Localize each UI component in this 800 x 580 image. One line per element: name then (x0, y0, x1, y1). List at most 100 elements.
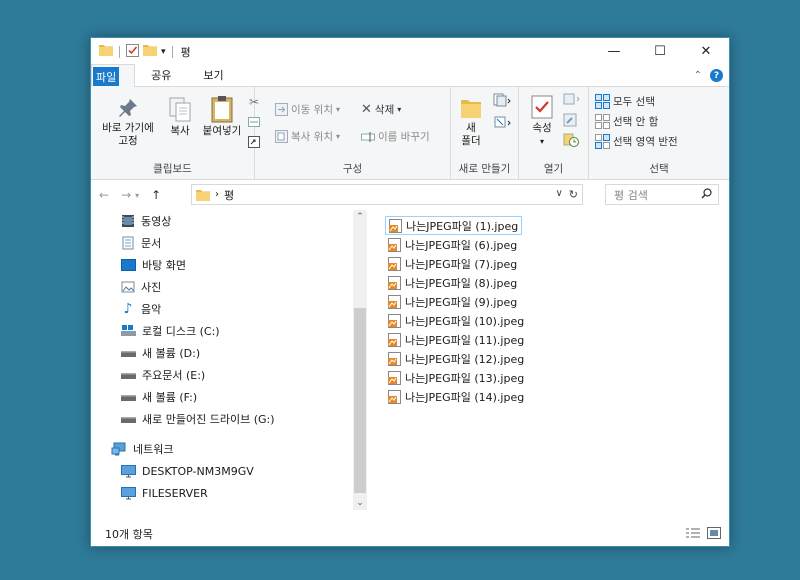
nav-item-documents[interactable]: 문서 (121, 234, 161, 252)
file-name: 나는JPEG파일 (10).jpeg (405, 314, 525, 328)
paste-button[interactable]: 붙여넣기 (199, 95, 245, 138)
file-explorer-window: ▾ 평 — ☐ ✕ 파일 홈 공유 보기 ⌃ ? 바로 가기에 고정 (90, 37, 730, 547)
navigation-buttons: ← → ▾ ↑ (99, 188, 161, 202)
nav-item-videos[interactable]: 동영상 (121, 212, 171, 230)
rename-button[interactable]: 이름 바꾸기 (361, 129, 430, 144)
open-group-label: 열기 (543, 163, 564, 175)
scroll-up-arrow-icon[interactable]: ⌃ (353, 212, 367, 222)
back-arrow-icon[interactable]: ← (99, 188, 109, 202)
tab-view[interactable]: 보기 (187, 64, 239, 86)
jpeg-file-icon (388, 237, 401, 252)
new-item-icon[interactable] (493, 93, 511, 110)
file-name: 나는JPEG파일 (6).jpeg (405, 238, 518, 252)
nav-item-main-documents-e[interactable]: 주요문서 (E:) (121, 366, 205, 384)
list-item[interactable]: 나는JPEG파일 (1).jpeg (385, 216, 523, 235)
nav-item-label: 새 볼륨 (F:) (142, 391, 198, 404)
window-controls: — ☐ ✕ (591, 38, 729, 65)
delete-button[interactable]: ✕ 삭제 ▾ (361, 102, 401, 117)
properties-button[interactable]: 속성 ▾ (525, 95, 559, 148)
scroll-down-arrow-icon[interactable]: ⌄ (353, 498, 367, 508)
open-icon[interactable] (563, 93, 581, 108)
jpeg-file-icon (388, 389, 401, 404)
nav-item-computer-fileserver[interactable]: FILESERVER (121, 484, 208, 502)
network-icon (111, 442, 126, 456)
nav-item-label: 음악 (141, 303, 162, 316)
search-box[interactable]: 평 검색 (605, 184, 719, 205)
address-history-chevron-icon[interactable]: ∨ (555, 188, 562, 201)
edit-icon[interactable] (563, 113, 577, 130)
new-folder-button[interactable]: 새 폴더 (457, 97, 485, 148)
customize-toolbar-chevron-icon[interactable]: ▾ (161, 47, 166, 57)
properties-label: 속성 (532, 122, 552, 134)
nav-item-music[interactable]: ♪ 음악 (121, 300, 162, 318)
copy-button[interactable]: 복사 (165, 97, 195, 138)
nav-item-local-disk-c[interactable]: 로컬 디스크 (C:) (121, 322, 220, 340)
invert-selection-button[interactable]: 선택 영역 반전 (595, 134, 678, 149)
nav-item-volume-f[interactable]: 새 볼륨 (F:) (121, 388, 197, 406)
help-icon[interactable]: ? (710, 69, 723, 82)
history-icon[interactable] (563, 133, 579, 150)
pin-icon (119, 99, 137, 117)
refresh-icon[interactable]: ↻ (569, 188, 578, 201)
list-item[interactable]: 나는JPEG파일 (11).jpeg (385, 330, 527, 349)
view-toggle-buttons (685, 527, 721, 542)
tab-share[interactable]: 공유 (135, 64, 187, 86)
list-item[interactable]: 나는JPEG파일 (14).jpeg (385, 387, 527, 406)
move-to-button[interactable]: 이동 위치 ▾ (275, 102, 340, 117)
large-icons-view-icon[interactable] (707, 527, 721, 542)
window-title: 평 (180, 45, 191, 59)
navigation-scrollbar[interactable]: ⌃ ⌄ (353, 210, 367, 510)
address-bar[interactable]: › 평 ∨ ↻ (191, 184, 583, 205)
pin-to-quick-access-button[interactable]: 바로 가기에 고정 (97, 97, 159, 148)
nav-item-desktop[interactable]: 바탕 화면 (121, 256, 186, 274)
nav-item-label: 사진 (141, 281, 162, 294)
drive-icon (121, 417, 136, 423)
nav-item-label: 새로 만들어진 드라이브 (G:) (142, 413, 275, 426)
select-none-button[interactable]: 선택 안 함 (595, 114, 658, 129)
select-all-button[interactable]: 모두 선택 (595, 94, 655, 109)
minimize-button[interactable]: — (591, 38, 637, 65)
new-folder-icon (461, 100, 481, 118)
nav-item-label: 동영상 (141, 215, 172, 228)
copy-to-button[interactable]: 복사 위치 ▾ (275, 129, 340, 144)
nav-item-pictures[interactable]: 사진 (121, 278, 161, 296)
list-item[interactable]: 나는JPEG파일 (13).jpeg (385, 368, 527, 387)
music-icon: ♪ (123, 301, 133, 317)
breadcrumb-current[interactable]: 평 (224, 187, 234, 203)
search-input[interactable]: 평 검색 (614, 187, 648, 203)
nav-item-network[interactable]: 네트워크 (111, 440, 173, 458)
paste-label: 붙여넣기 (202, 125, 242, 137)
up-arrow-icon[interactable]: ↑ (151, 188, 161, 202)
document-icon (122, 236, 134, 250)
list-item[interactable]: 나는JPEG파일 (8).jpeg (385, 273, 520, 292)
nav-item-label: 문서 (141, 237, 162, 250)
details-view-icon[interactable] (685, 527, 701, 542)
list-item[interactable]: 나는JPEG파일 (6).jpeg (385, 235, 520, 254)
new-folder-label-line2: 폴더 (461, 135, 481, 147)
collapse-ribbon-chevron-icon[interactable]: ⌃ (694, 70, 702, 81)
new-folder-quick-icon[interactable] (143, 44, 157, 59)
maximize-button[interactable]: ☐ (637, 38, 683, 65)
list-item[interactable]: 나는JPEG파일 (12).jpeg (385, 349, 527, 368)
nav-item-volume-d[interactable]: 새 볼륨 (D:) (121, 344, 200, 362)
properties-check-icon[interactable] (126, 43, 139, 60)
list-item[interactable]: 나는JPEG파일 (7).jpeg (385, 254, 520, 273)
tab-file[interactable]: 파일 (93, 67, 120, 86)
select-group: 모두 선택 선택 안 함 선택 영역 반전 선택 (589, 87, 729, 180)
nav-item-computer-desktop[interactable]: DESKTOP-NM3M9GV (121, 462, 254, 480)
forward-arrow-icon[interactable]: → (121, 188, 131, 202)
scrollbar-thumb[interactable] (354, 308, 366, 493)
select-all-icon (595, 94, 610, 109)
search-icon[interactable] (701, 187, 712, 202)
toolbar-separator (171, 45, 173, 58)
list-item[interactable]: 나는JPEG파일 (9).jpeg (385, 292, 520, 311)
easy-access-icon[interactable] (493, 115, 511, 132)
nav-item-new-drive-g[interactable]: 새로 만들어진 드라이브 (G:) (121, 410, 275, 428)
close-button[interactable]: ✕ (683, 38, 729, 65)
file-name: 나는JPEG파일 (13).jpeg (405, 371, 525, 385)
list-item[interactable]: 나는JPEG파일 (10).jpeg (385, 311, 527, 330)
new-group-label: 새로 만들기 (458, 163, 511, 175)
status-bar: 10개 항목 (91, 522, 729, 546)
organize-group-label: 구성 (342, 163, 363, 175)
recent-locations-chevron-icon[interactable]: ▾ (135, 191, 139, 202)
